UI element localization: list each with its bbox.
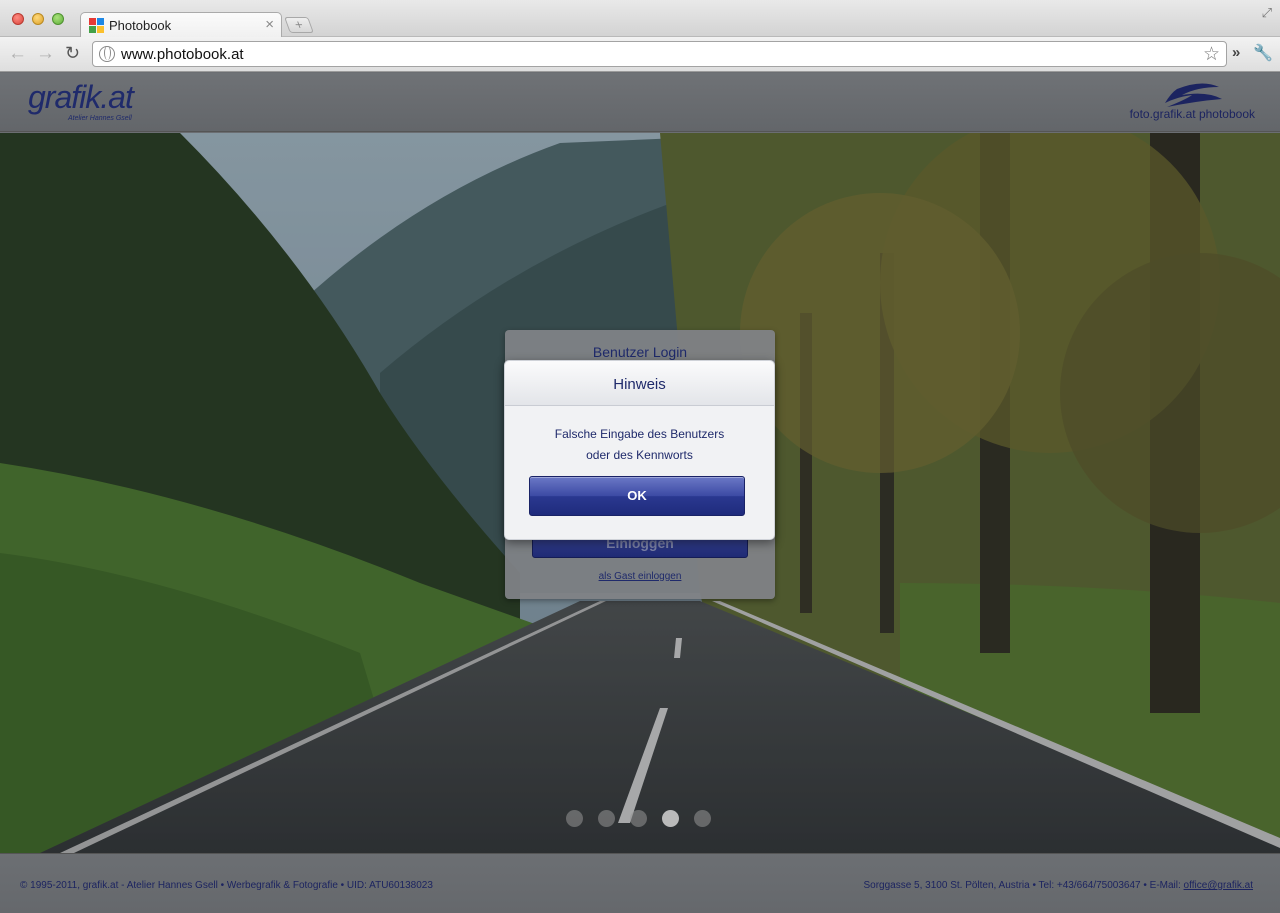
tab-strip: Photobook × + ⤢ bbox=[0, 0, 1280, 38]
fullscreen-icon[interactable]: ⤢ bbox=[1262, 5, 1272, 21]
plus-icon: + bbox=[292, 17, 306, 32]
login-title: Benutzer Login bbox=[592, 344, 688, 360]
slideshow-dots bbox=[566, 810, 726, 830]
dialog-header: Hinweis bbox=[505, 361, 774, 406]
browser-toolbar: ← → ↻ www.photobook.at ☆ » 🔧 bbox=[0, 37, 1280, 72]
site-footer: © 1995-2011, grafik.at - Atelier Hannes … bbox=[0, 853, 1280, 913]
globe-icon bbox=[99, 46, 115, 62]
dialog-message: Falsche Eingabe des Benutzers oder des K… bbox=[505, 424, 774, 466]
footer-copyright: © 1995-2011, grafik.at - Atelier Hannes … bbox=[20, 880, 433, 891]
tab-close-icon[interactable]: × bbox=[265, 16, 274, 33]
dialog-message-line-1: Falsche Eingabe des Benutzers bbox=[554, 427, 725, 441]
footer-address: Sorggasse 5, 3100 St. Pölten, Austria • … bbox=[863, 880, 1184, 891]
wrench-icon[interactable]: 🔧 bbox=[1253, 43, 1273, 63]
dialog-title: Hinweis bbox=[613, 376, 666, 393]
grafik-logo[interactable]: grafik.at Atelier Hannes Gsell bbox=[28, 79, 134, 122]
footer-contact: Sorggasse 5, 3100 St. Pölten, Austria • … bbox=[863, 880, 1253, 891]
reload-icon[interactable]: ↻ bbox=[65, 43, 80, 64]
window-close-button[interactable] bbox=[12, 13, 24, 25]
dialog-message-line-2: oder des Kennworts bbox=[586, 448, 693, 462]
guest-login-link[interactable]: als Gast einloggen bbox=[505, 571, 775, 582]
dialog-ok-button[interactable]: OK bbox=[529, 476, 745, 516]
extensions-chevron-icon[interactable]: » bbox=[1232, 44, 1240, 61]
alert-dialog: Hinweis Falsche Eingabe des Benutzers od… bbox=[504, 360, 775, 540]
slideshow-dot[interactable] bbox=[598, 810, 615, 827]
logo-subtitle: Atelier Hannes Gsell bbox=[68, 115, 132, 122]
slideshow-dot[interactable] bbox=[566, 810, 583, 827]
browser-window: Photobook × + ⤢ ← → ↻ www.photobook.at ☆… bbox=[0, 0, 1280, 913]
slideshow-dot[interactable] bbox=[630, 810, 647, 827]
favicon-icon bbox=[89, 18, 104, 33]
window-zoom-button[interactable] bbox=[52, 13, 64, 25]
tab-photobook[interactable]: Photobook × bbox=[80, 12, 282, 38]
footer-email-link[interactable]: office@grafik.at bbox=[1184, 880, 1253, 891]
bookmark-star-icon[interactable]: ☆ bbox=[1203, 43, 1220, 66]
slideshow-dot[interactable] bbox=[694, 810, 711, 827]
tab-title: Photobook bbox=[109, 18, 172, 33]
brand-text: foto.grafik.at photobook bbox=[1129, 107, 1255, 121]
slideshow-dot[interactable] bbox=[662, 810, 679, 827]
forward-arrow-icon[interactable]: → bbox=[36, 43, 55, 65]
window-minimize-button[interactable] bbox=[32, 13, 44, 25]
new-tab-button[interactable]: + bbox=[284, 17, 314, 33]
url-text[interactable]: www.photobook.at bbox=[121, 46, 244, 63]
page-content: grafik.at Atelier Hannes Gsell foto.graf… bbox=[0, 73, 1280, 913]
logo-wordmark: grafik.at bbox=[28, 79, 134, 115]
back-arrow-icon[interactable]: ← bbox=[8, 43, 27, 65]
address-bar[interactable]: www.photobook.at ☆ bbox=[92, 41, 1227, 67]
site-header: grafik.at Atelier Hannes Gsell foto.graf… bbox=[0, 73, 1280, 132]
